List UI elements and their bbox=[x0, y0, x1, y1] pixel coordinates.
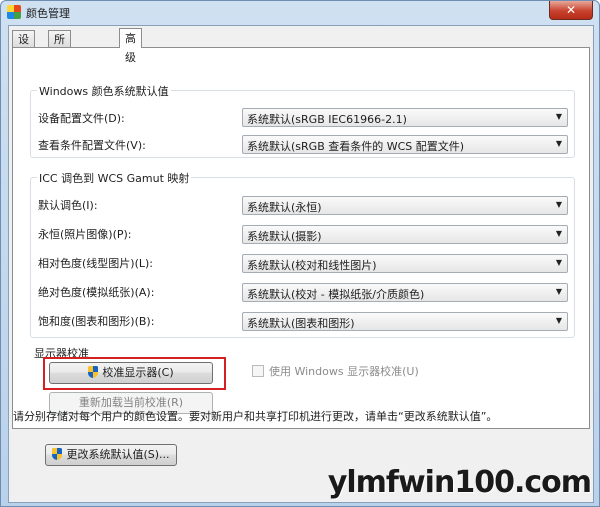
saturation-value: 系统默认(图表和图形) bbox=[247, 317, 355, 330]
chevron-down-icon: ▼ bbox=[555, 287, 562, 296]
device-profile-select[interactable]: 系统默认(sRGB IEC61966-2.1) ▼ bbox=[242, 108, 568, 127]
icc-mapping-group-label: ICC 调色到 WCS Gamut 映射 bbox=[37, 170, 192, 186]
viewing-conditions-label: 查看条件配置文件(V): bbox=[38, 139, 146, 152]
tab-all-profiles[interactable]: 所有配置文件 bbox=[48, 30, 71, 131]
icc-mapping-group: ICC 调色到 WCS Gamut 映射 默认调色(I): 系统默认(永恒) ▼… bbox=[30, 170, 575, 338]
use-windows-calibration-label: 使用 Windows 显示器校准(U) bbox=[269, 365, 419, 378]
absolute-colorimetric-value: 系统默认(校对 - 模拟纸张/介质颜色) bbox=[247, 288, 425, 301]
wcs-defaults-group-label: Windows 颜色系统默认值 bbox=[37, 83, 171, 99]
window-title: 颜色管理 bbox=[26, 7, 70, 20]
saturation-label: 饱和度(图表和图形)(B): bbox=[38, 315, 155, 328]
saturation-select[interactable]: 系统默认(图表和图形) ▼ bbox=[242, 312, 568, 331]
uac-shield-icon bbox=[52, 448, 63, 460]
close-button[interactable]: ✕ bbox=[549, 1, 593, 20]
relative-colorimetric-select[interactable]: 系统默认(校对和线性图片) ▼ bbox=[242, 254, 568, 273]
tab-devices[interactable]: 设备 bbox=[12, 30, 35, 63]
chevron-down-icon: ▼ bbox=[555, 139, 562, 148]
tab-advanced[interactable]: 高级 bbox=[119, 28, 142, 64]
site-watermark: ylmfwin100.com bbox=[327, 465, 592, 500]
viewing-conditions-value: 系统默认(sRGB 查看条件的 WCS 配置文件) bbox=[247, 140, 465, 153]
calibrate-display-button[interactable]: 校准显示器(C) bbox=[49, 362, 213, 384]
relative-colorimetric-value: 系统默认(校对和线性图片) bbox=[247, 259, 377, 272]
change-system-defaults-button[interactable]: 更改系统默认值(S)... bbox=[45, 444, 177, 466]
change-system-defaults-label: 更改系统默认值(S)... bbox=[66, 448, 170, 461]
chevron-down-icon: ▼ bbox=[555, 229, 562, 238]
color-management-window: 颜色管理 ✕ 设备 所有配置文件 高级 Windows 颜色系统默认值 设备配置… bbox=[0, 0, 600, 507]
title-bar[interactable]: 颜色管理 ✕ bbox=[1, 1, 599, 25]
device-profile-label: 设备配置文件(D): bbox=[38, 112, 125, 125]
info-text: 请分别存储对每个用户的颜色设置。要对新用户和共享打印机进行更改，请单击“更改系统… bbox=[13, 410, 498, 423]
chevron-down-icon: ▼ bbox=[555, 316, 562, 325]
chevron-down-icon: ▼ bbox=[555, 112, 562, 121]
perceptual-label: 永恒(照片图像)(P): bbox=[38, 228, 132, 241]
dialog-client: 设备 所有配置文件 高级 Windows 颜色系统默认值 设备配置文件(D): … bbox=[8, 25, 594, 503]
default-rendering-select[interactable]: 系统默认(永恒) ▼ bbox=[242, 196, 568, 215]
wcs-defaults-group: Windows 颜色系统默认值 设备配置文件(D): 系统默认(sRGB IEC… bbox=[30, 83, 575, 158]
default-rendering-label: 默认调色(I): bbox=[38, 199, 98, 212]
perceptual-select[interactable]: 系统默认(摄影) ▼ bbox=[242, 225, 568, 244]
chevron-down-icon: ▼ bbox=[555, 200, 562, 209]
device-profile-value: 系统默认(sRGB IEC61966-2.1) bbox=[247, 113, 407, 126]
calibrate-display-button-label: 校准显示器(C) bbox=[102, 366, 174, 379]
chevron-down-icon: ▼ bbox=[555, 258, 562, 267]
default-rendering-value: 系统默认(永恒) bbox=[247, 201, 322, 214]
color-management-icon bbox=[7, 5, 21, 19]
relative-colorimetric-label: 相对色度(线型图片)(L): bbox=[38, 257, 153, 270]
viewing-conditions-select[interactable]: 系统默认(sRGB 查看条件的 WCS 配置文件) ▼ bbox=[242, 135, 568, 154]
absolute-colorimetric-label: 绝对色度(模拟纸张)(A): bbox=[38, 286, 155, 299]
use-windows-calibration-checkbox[interactable] bbox=[252, 365, 264, 377]
absolute-colorimetric-select[interactable]: 系统默认(校对 - 模拟纸张/介质颜色) ▼ bbox=[242, 283, 568, 302]
perceptual-value: 系统默认(摄影) bbox=[247, 230, 322, 243]
advanced-tab-panel: Windows 颜色系统默认值 设备配置文件(D): 系统默认(sRGB IEC… bbox=[12, 47, 590, 429]
uac-shield-icon bbox=[88, 366, 99, 378]
